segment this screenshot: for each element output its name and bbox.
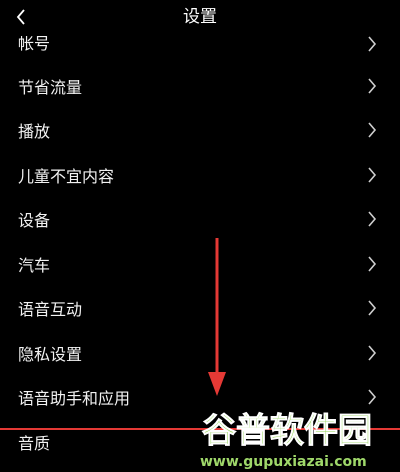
chevron-right-icon	[364, 34, 380, 54]
top-bar: 设置	[0, 0, 400, 36]
chevron-right-icon	[364, 254, 380, 274]
chevron-right-icon	[364, 298, 380, 318]
watermark-url: www.gupuxiazai.com	[200, 454, 367, 470]
watermark-brand: 谷普软件园	[202, 411, 372, 451]
settings-item-devices[interactable]: 设备	[0, 197, 400, 241]
page-title: 设置	[183, 7, 217, 27]
settings-item-label: 汽车	[18, 256, 51, 275]
settings-item-voice-interaction[interactable]: 语音互动	[0, 286, 400, 330]
chevron-right-icon	[364, 165, 380, 185]
settings-item-label: 语音助手和应用	[18, 389, 131, 408]
settings-item-label: 隐私设置	[18, 345, 83, 364]
settings-item-playback[interactable]: 播放	[0, 108, 400, 152]
chevron-right-icon	[364, 76, 380, 96]
annotation-arrow-icon	[208, 238, 226, 396]
settings-item-label: 语音互动	[18, 300, 83, 319]
settings-item-data-saver[interactable]: 节省流量	[0, 64, 400, 108]
chevron-right-icon	[364, 209, 380, 229]
settings-item-privacy[interactable]: 隐私设置	[0, 331, 400, 375]
settings-item-car[interactable]: 汽车	[0, 242, 400, 286]
settings-item-explicit-content[interactable]: 儿童不宜内容	[0, 153, 400, 197]
settings-item-label: 设备	[18, 211, 51, 230]
chevron-right-icon	[364, 120, 380, 140]
settings-item-label: 儿童不宜内容	[18, 167, 115, 186]
settings-item-label: 音质	[18, 434, 51, 453]
settings-item-label: 节省流量	[18, 78, 83, 97]
watermark-logo: 谷普软件园 www.gupuxiazai.com	[200, 411, 373, 471]
chevron-right-icon	[364, 343, 380, 363]
settings-item-label: 播放	[18, 122, 51, 141]
